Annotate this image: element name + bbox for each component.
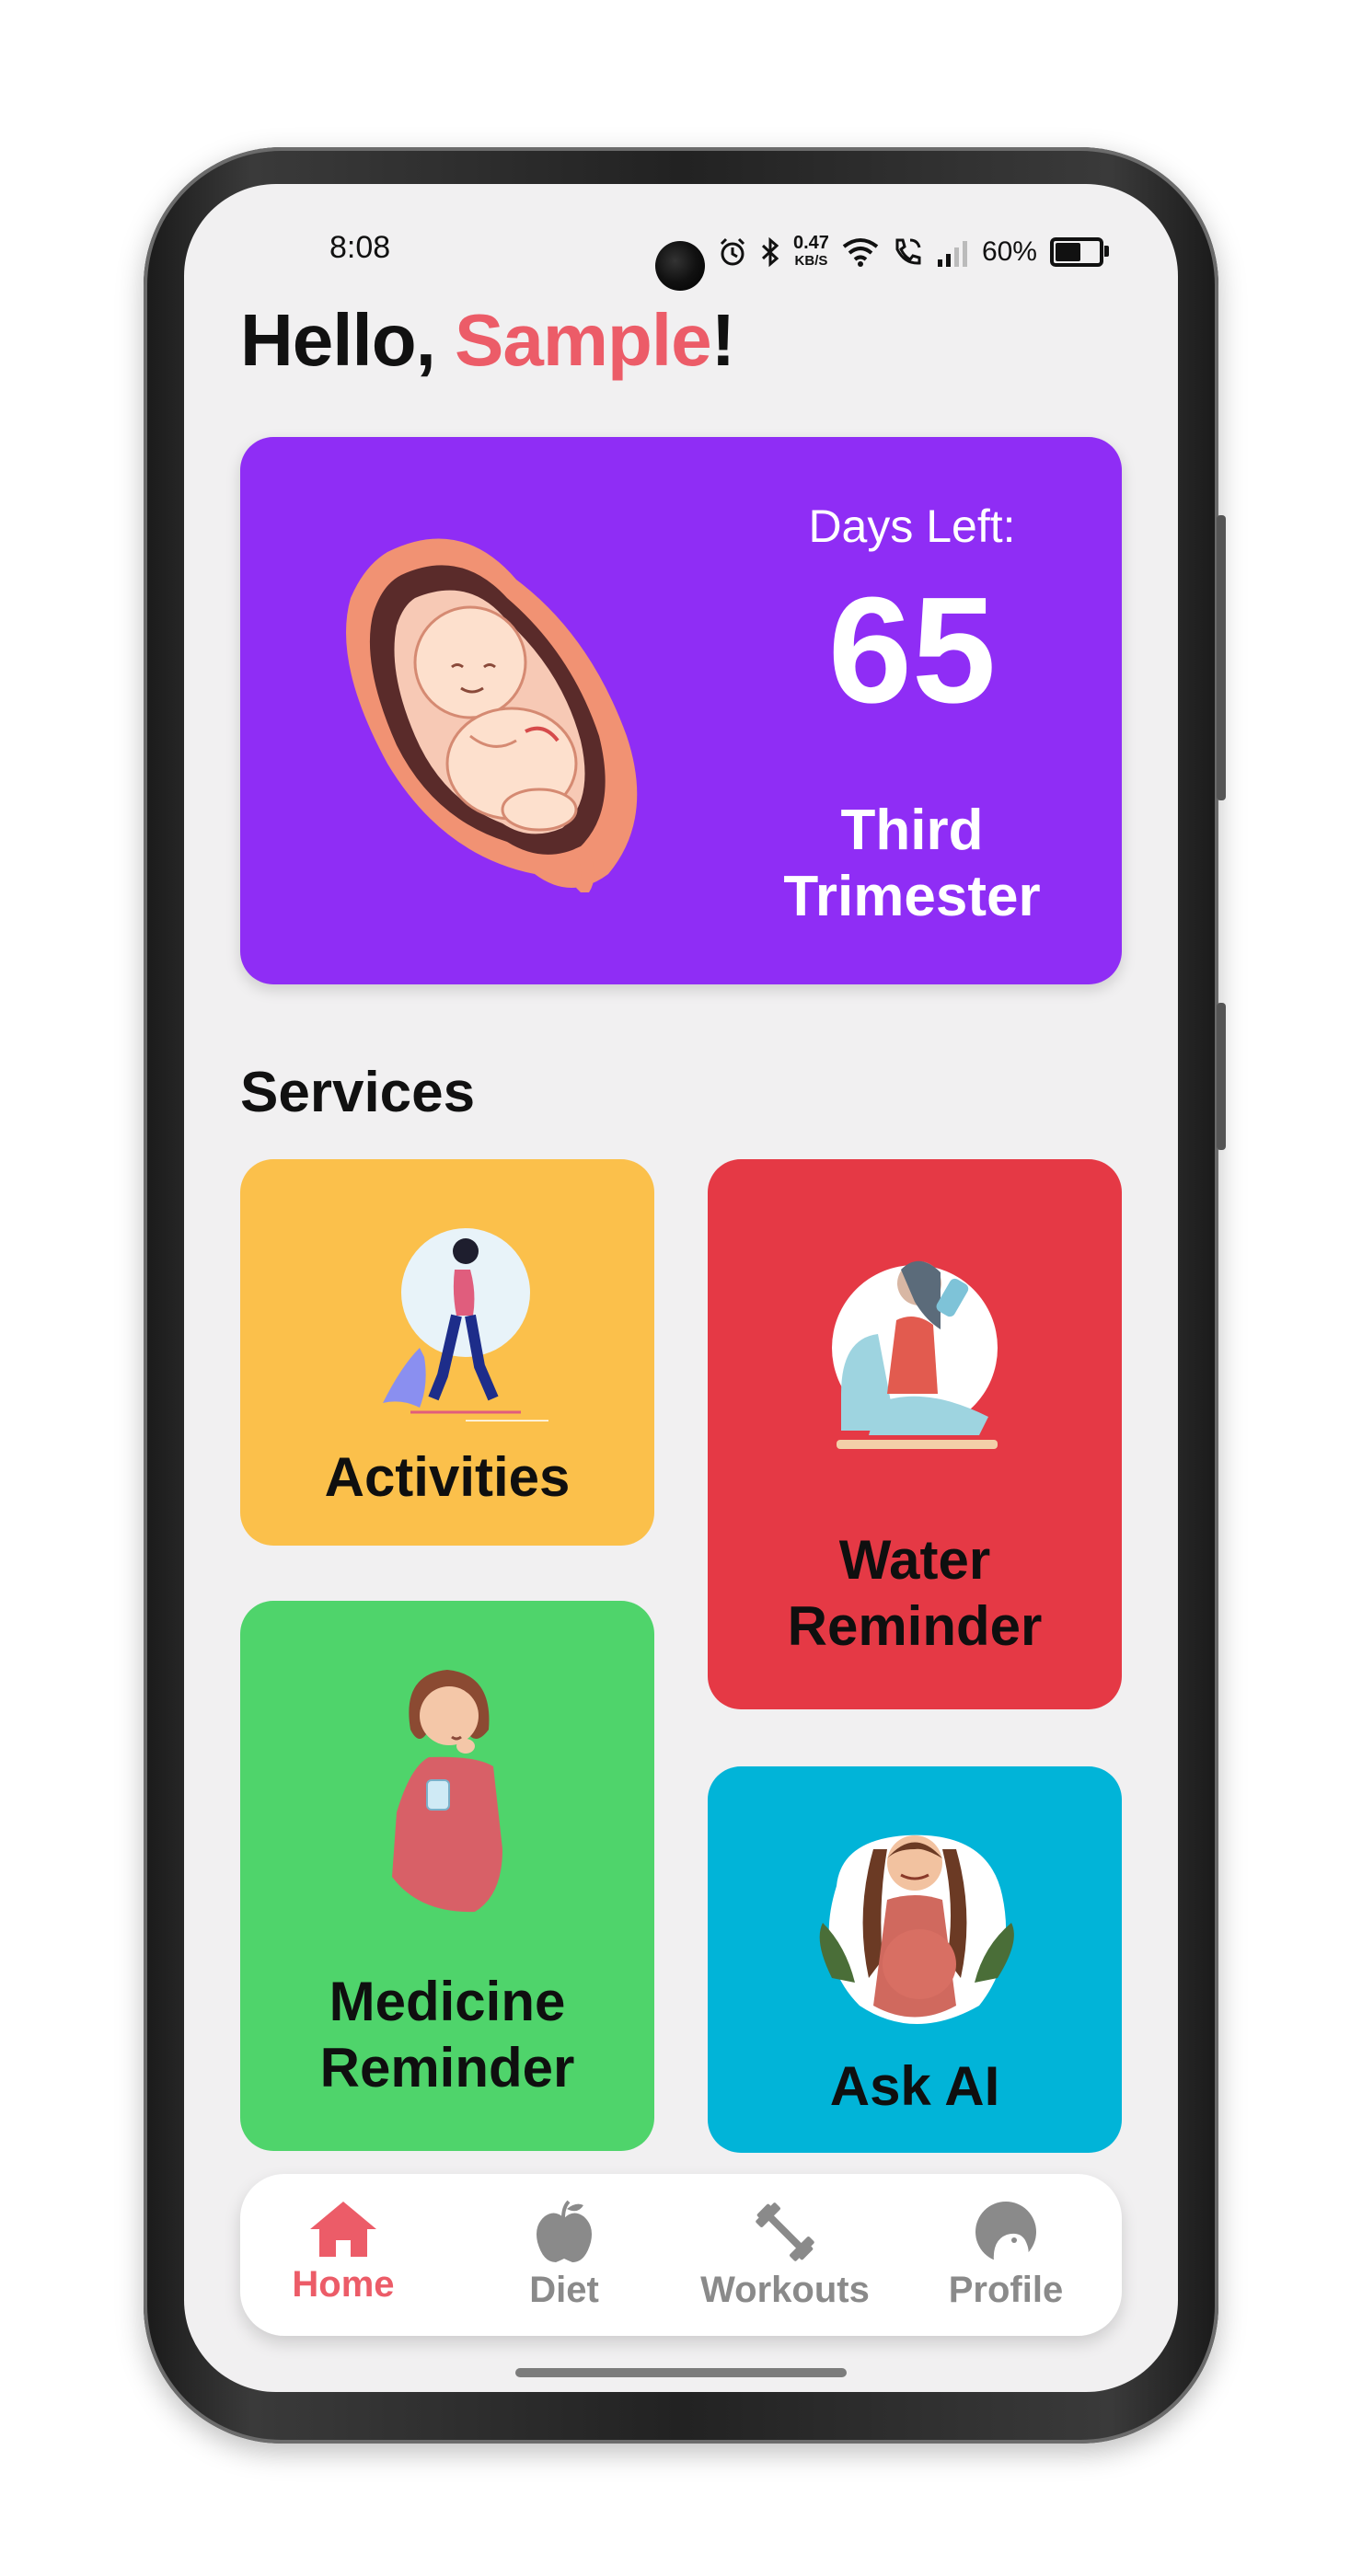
- trimester-label: Third Trimester: [737, 798, 1087, 930]
- nav-item-workouts[interactable]: Workouts: [684, 2200, 886, 2319]
- drinking-woman-icon: [832, 1260, 998, 1449]
- trimester-line-1: Third: [840, 799, 984, 862]
- home-icon: [310, 2202, 376, 2257]
- status-time: 8:08: [329, 230, 391, 265]
- front-camera: [655, 241, 705, 291]
- service-card-water-reminder[interactable]: Water Reminder: [708, 1159, 1122, 1709]
- medicine-reminder-line-2: Reminder: [319, 2037, 575, 2099]
- days-left-label: Days Left:: [808, 500, 1016, 552]
- services-heading: Services: [240, 1061, 476, 1124]
- water-reminder-label: Water Reminder: [708, 1527, 1122, 1660]
- user-name: Sample: [455, 299, 712, 381]
- medicine-woman-icon: [392, 1670, 502, 1913]
- ask-ai-label: Ask AI: [829, 2055, 1000, 2117]
- power-button: [1217, 1003, 1226, 1150]
- greeting-suffix: !: [710, 299, 736, 381]
- status-bar: 8:08 0.47 KB/S 60%: [184, 223, 1178, 291]
- greeting-prefix: Hello,: [240, 299, 456, 381]
- nav-workouts-label: Workouts: [700, 2270, 870, 2310]
- volume-button: [1217, 515, 1226, 800]
- pregnant-woman-icon: [819, 1834, 1014, 2024]
- alarm-icon: [720, 237, 745, 266]
- walking-woman-icon: [383, 1228, 548, 1421]
- signal-icon: [937, 241, 967, 267]
- service-card-ask-ai[interactable]: Ask AI: [708, 1766, 1122, 2153]
- trimester-line-2: Trimester: [783, 865, 1041, 928]
- nav-item-diet[interactable]: Diet: [463, 2200, 665, 2319]
- bluetooth-icon: [761, 236, 779, 268]
- nav-diet-label: Diet: [529, 2270, 599, 2310]
- greeting-heading: Hello, Sample!: [240, 298, 736, 383]
- nav-profile-label: Profile: [948, 2270, 1064, 2310]
- bottom-navigation: Home Diet Workouts Profile: [240, 2174, 1122, 2336]
- profile-icon: [975, 2202, 1036, 2263]
- activities-label: Activities: [324, 1446, 571, 1508]
- dumbbell-icon: [756, 2202, 814, 2261]
- pregnancy-progress-card[interactable]: Days Left: 65 Third Trimester: [240, 437, 1122, 984]
- network-speed: 0.47 KB/S: [793, 234, 829, 270]
- home-indicator[interactable]: [515, 2368, 847, 2377]
- network-speed-unit: KB/S: [794, 253, 828, 269]
- status-icons: 0.47 KB/S 60%: [718, 232, 1109, 272]
- app-screen: 8:08 0.47 KB/S 60% Hello, Sample! Days L…: [184, 184, 1178, 2392]
- water-reminder-line-1: Water: [838, 1529, 991, 1591]
- fetus-illustration: [346, 538, 638, 892]
- wifi-icon: [842, 238, 879, 267]
- nav-item-profile[interactable]: Profile: [905, 2200, 1107, 2319]
- battery-icon: [1049, 237, 1109, 267]
- nav-home-label: Home: [292, 2264, 395, 2305]
- battery-percent: 60%: [981, 236, 1037, 267]
- network-speed-value: 0.47: [793, 233, 829, 253]
- service-card-medicine-reminder[interactable]: Medicine Reminder: [240, 1601, 654, 2151]
- apple-icon: [537, 2200, 592, 2262]
- nav-item-home[interactable]: Home: [242, 2200, 444, 2319]
- medicine-reminder-line-1: Medicine: [329, 1971, 566, 2032]
- water-reminder-line-2: Reminder: [787, 1595, 1043, 1657]
- days-left-count: 65: [827, 566, 997, 734]
- wifi-call-icon: [895, 238, 921, 265]
- medicine-reminder-label: Medicine Reminder: [240, 1969, 654, 2101]
- service-card-activities[interactable]: Activities: [240, 1159, 654, 1546]
